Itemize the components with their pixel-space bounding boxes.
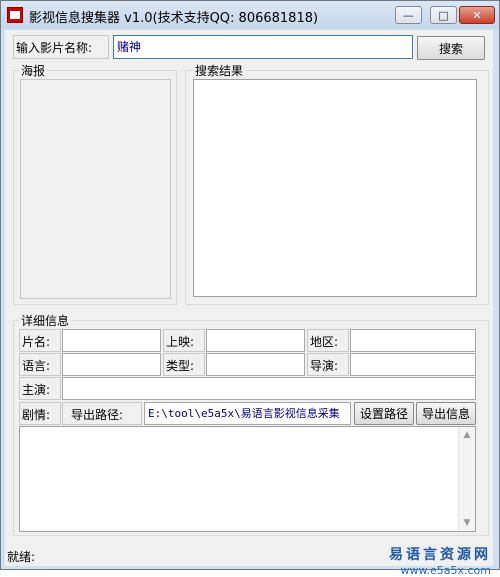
- genre-label: 类型:: [163, 353, 205, 376]
- export-info-button[interactable]: 导出信息: [416, 402, 476, 425]
- minimize-icon: —: [403, 8, 414, 22]
- plot-scrollbar[interactable]: ▲ ▼: [458, 427, 475, 531]
- genre-field[interactable]: [206, 353, 305, 376]
- watermark-site-name: 易语言资源网: [389, 547, 491, 563]
- director-field[interactable]: [350, 353, 476, 376]
- window-title: 影视信息搜集器 v1.0(技术支持QQ: 806681818): [29, 11, 319, 26]
- language-label: 语言:: [19, 353, 61, 376]
- poster-image-area: [20, 79, 171, 299]
- set-path-button[interactable]: 设置路径: [354, 402, 414, 425]
- plot-label: 剧情:: [19, 402, 61, 425]
- director-label: 导演:: [307, 353, 349, 376]
- cast-field[interactable]: [62, 377, 476, 400]
- release-field[interactable]: [206, 329, 305, 352]
- scroll-down-icon[interactable]: ▼: [459, 515, 475, 531]
- close-icon: ✕: [472, 8, 482, 22]
- results-group-title: 搜索结果: [193, 62, 246, 79]
- maximize-icon: □: [438, 8, 449, 22]
- movie-name-input[interactable]: 赌神: [113, 35, 413, 59]
- scroll-up-icon[interactable]: ▲: [459, 427, 475, 443]
- release-label: 上映:: [163, 329, 205, 352]
- plot-textarea[interactable]: ▲ ▼: [19, 426, 476, 532]
- watermark-logo: 易语言资源网 www.e5a5x.com: [389, 544, 491, 577]
- title-bar[interactable]: 影视信息搜集器 v1.0(技术支持QQ: 806681818) — □ ✕: [1, 1, 499, 29]
- close-button[interactable]: ✕: [459, 6, 495, 24]
- poster-group-title: 海报: [19, 62, 48, 79]
- client-area: 输入影片名称: 赌神 搜索 海报 搜索结果 详细信息 片名: 上映: 地区: 语…: [5, 30, 493, 577]
- language-field[interactable]: [62, 353, 161, 376]
- search-button[interactable]: 搜索: [417, 36, 485, 60]
- watermark-url: www.e5a5x.com: [400, 564, 491, 577]
- name-label: 片名:: [19, 329, 61, 352]
- minimize-button[interactable]: —: [395, 6, 422, 24]
- status-text: 就绪:: [7, 550, 36, 564]
- export-path-input[interactable]: E:\tool\e5a5x\易语言影视信息采集: [144, 402, 351, 425]
- movie-name-label: 输入影片名称:: [13, 35, 109, 59]
- app-logo-icon: [7, 7, 23, 23]
- name-field[interactable]: [62, 329, 161, 352]
- maximize-button[interactable]: □: [430, 6, 457, 24]
- export-path-label: 导出路径:: [62, 402, 142, 425]
- region-label: 地区:: [307, 329, 349, 352]
- cast-label: 主演:: [19, 377, 61, 400]
- search-results-list[interactable]: [193, 79, 477, 297]
- app-window: 影视信息搜集器 v1.0(技术支持QQ: 806681818) — □ ✕ 输入…: [0, 0, 500, 577]
- status-bar: 就绪: 易语言资源网 www.e5a5x.com: [5, 542, 493, 577]
- region-field[interactable]: [350, 329, 476, 352]
- details-group-title: 详细信息: [19, 312, 72, 329]
